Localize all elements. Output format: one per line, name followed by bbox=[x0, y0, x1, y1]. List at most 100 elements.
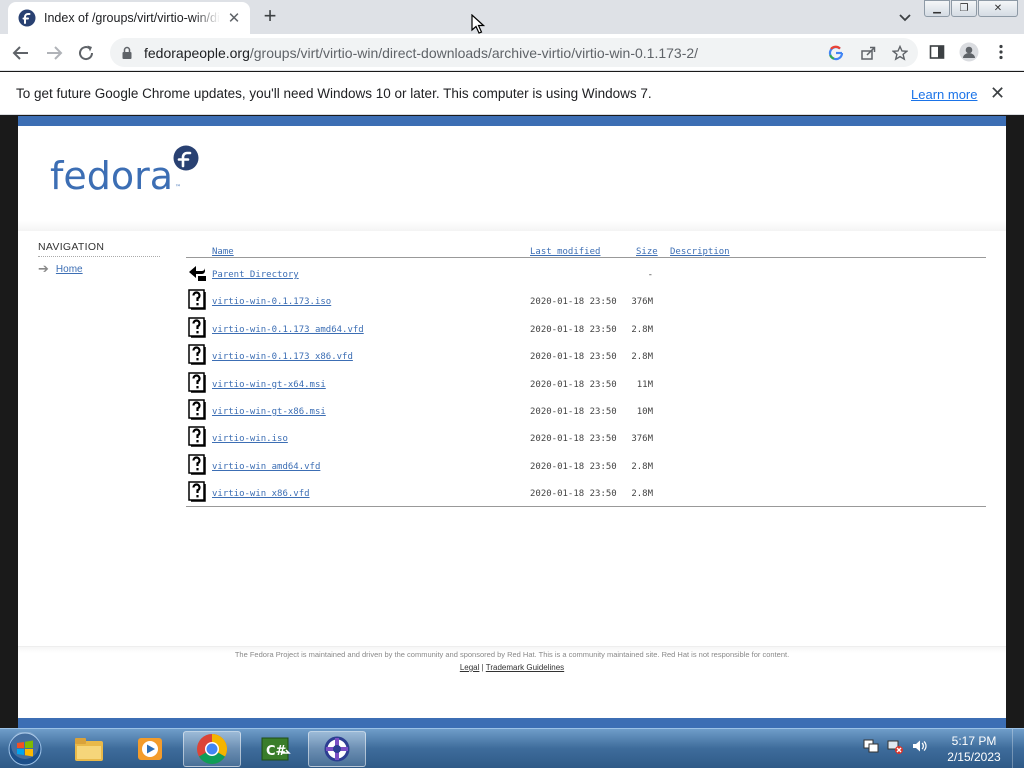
side-panel-icon[interactable] bbox=[926, 41, 948, 63]
footer-separator: | bbox=[481, 663, 484, 672]
taskbar: C# 5:17 PM 2/15/2023 bbox=[0, 728, 1024, 768]
listing-divider bbox=[186, 505, 986, 507]
unknown-file-icon bbox=[188, 399, 206, 420]
file-link[interactable]: Parent Directory bbox=[212, 270, 299, 280]
bookmark-star-icon[interactable] bbox=[890, 43, 910, 63]
file-link[interactable]: virtio-win-0.1.173_amd64.vfd bbox=[212, 325, 364, 335]
trademark-guidelines-link[interactable]: Trademark Guidelines bbox=[486, 663, 564, 672]
taskbar-chrome[interactable] bbox=[183, 731, 241, 767]
fedora-logo[interactable]: fedora ™ bbox=[50, 145, 210, 205]
page-footer: The Fedora Project is maintained and dri… bbox=[18, 646, 1006, 728]
close-window-button[interactable]: ✕ bbox=[978, 0, 1018, 17]
file-size: 2.8M bbox=[631, 489, 653, 500]
unknown-file-icon bbox=[188, 371, 206, 393]
sort-size-link[interactable]: Size bbox=[636, 247, 658, 257]
sort-description-link[interactable]: Description bbox=[670, 247, 730, 257]
listing-header: Name Last modified Size Description bbox=[186, 241, 986, 258]
file-link[interactable]: virtio-win-0.1.173_x86.vfd bbox=[212, 352, 353, 362]
share-icon[interactable] bbox=[858, 43, 878, 63]
reload-button[interactable] bbox=[75, 42, 97, 64]
svg-text:C#: C# bbox=[266, 744, 287, 759]
taskbar-virt-app[interactable] bbox=[308, 731, 366, 767]
back-button[interactable] bbox=[10, 42, 32, 64]
file-size: 2.8M bbox=[631, 352, 653, 363]
home-link[interactable]: Home bbox=[56, 264, 83, 275]
list-item: virtio-win_amd64.vfd 2020-01-18 23:50 2.… bbox=[186, 450, 986, 477]
system-clock[interactable]: 5:17 PM 2/15/2023 bbox=[942, 733, 1006, 765]
list-item: virtio-win-0.1.173.iso 2020-01-18 23:50 … bbox=[186, 285, 986, 312]
taskbar-explorer[interactable] bbox=[60, 731, 118, 767]
address-bar[interactable]: fedorapeople.org/groups/virt/virtio-win/… bbox=[110, 38, 918, 67]
legal-link[interactable]: Legal bbox=[460, 663, 480, 672]
tab-search-chevron-icon[interactable] bbox=[896, 8, 914, 26]
restore-button[interactable]: ❐ bbox=[951, 0, 977, 17]
clock-date: 2/15/2023 bbox=[947, 750, 1001, 764]
taskbar-media-player[interactable] bbox=[121, 731, 179, 767]
browser-tab[interactable]: Index of /groups/virt/virtio-win/direct-… bbox=[8, 2, 250, 34]
fedora-top-bar bbox=[18, 116, 1006, 126]
lock-icon[interactable] bbox=[120, 46, 134, 60]
fedora-favicon-icon bbox=[18, 9, 36, 27]
page-viewport: fedora ™ NAVIGATION ➔ Home Name Last mod… bbox=[18, 116, 1006, 728]
file-size: 376M bbox=[631, 434, 653, 445]
tab-close-icon[interactable]: ✕ bbox=[226, 10, 242, 27]
reload-icon bbox=[79, 45, 94, 61]
file-link[interactable]: virtio-win-0.1.173.iso bbox=[212, 297, 331, 307]
new-tab-button[interactable]: + bbox=[260, 5, 280, 27]
sidebar: NAVIGATION ➔ Home bbox=[38, 241, 160, 275]
infobar-close-icon[interactable]: ✕ bbox=[990, 84, 1005, 102]
tab-strip: Index of /groups/virt/virtio-win/direct-… bbox=[0, 0, 1024, 34]
start-button[interactable] bbox=[6, 731, 44, 767]
minimize-button[interactable]: ▁ bbox=[924, 0, 950, 17]
network-error-icon[interactable] bbox=[886, 737, 904, 755]
fedora-logo-text: fedora bbox=[50, 154, 173, 198]
mouse-cursor-icon bbox=[471, 14, 485, 34]
svg-text:™: ™ bbox=[175, 184, 181, 191]
list-item: virtio-win-0.1.173_amd64.vfd 2020-01-18 … bbox=[186, 313, 986, 340]
sort-name-link[interactable]: Name bbox=[212, 247, 234, 257]
show-desktop-button[interactable] bbox=[1012, 729, 1024, 768]
file-size: 376M bbox=[631, 297, 653, 308]
unknown-file-icon bbox=[188, 344, 206, 365]
file-link[interactable]: virtio-win-gt-x64.msi bbox=[212, 380, 326, 390]
footer-text: The Fedora Project is maintained and dri… bbox=[234, 650, 790, 659]
footer-links: Legal | Trademark Guidelines bbox=[18, 663, 1006, 672]
unknown-file-icon bbox=[188, 481, 206, 502]
file-size: 2.8M bbox=[631, 461, 653, 472]
list-item: virtio-win-gt-x64.msi 2020-01-18 23:50 1… bbox=[186, 368, 986, 395]
windows-start-icon bbox=[8, 732, 42, 766]
file-link[interactable]: virtio-win_x86.vfd bbox=[212, 489, 310, 499]
file-link[interactable]: virtio-win-gt-x86.msi bbox=[212, 407, 326, 417]
infobar-message: To get future Google Chrome updates, you… bbox=[16, 86, 652, 101]
list-item: virtio-win-0.1.173_x86.vfd 2020-01-18 23… bbox=[186, 340, 986, 367]
folder-icon bbox=[75, 738, 103, 761]
back-icon bbox=[189, 266, 206, 281]
window-controls: ▁ ❐ ✕ bbox=[923, 0, 1018, 17]
taskbar-csharp-app[interactable]: C# bbox=[246, 731, 304, 767]
profile-avatar-icon[interactable] bbox=[958, 41, 980, 63]
arrow-right-icon: ➔ bbox=[38, 261, 49, 276]
nav-item-home[interactable]: ➔ Home bbox=[38, 261, 160, 276]
unknown-file-icon bbox=[188, 289, 206, 311]
sort-last-modified-link[interactable]: Last modified bbox=[530, 247, 600, 257]
list-item: virtio-win.iso 2020-01-18 23:50 376M bbox=[186, 422, 986, 449]
action-center-icon[interactable] bbox=[862, 737, 880, 755]
kebab-menu-icon[interactable] bbox=[990, 41, 1012, 63]
file-link[interactable]: virtio-win_amd64.vfd bbox=[212, 462, 320, 472]
page-content: NAVIGATION ➔ Home Name Last modified Siz… bbox=[18, 231, 1006, 646]
url-text: fedorapeople.org/groups/virt/virtio-win/… bbox=[144, 44, 699, 61]
list-item: virtio-win-gt-x86.msi 2020-01-18 23:50 1… bbox=[186, 395, 986, 422]
file-size: - bbox=[647, 270, 653, 280]
list-item: virtio-win_x86.vfd 2020-01-18 23:50 2.8M bbox=[186, 477, 986, 504]
fedora-bottom-bar bbox=[18, 718, 1006, 728]
google-translate-icon[interactable] bbox=[826, 43, 846, 63]
tab-title: Index of /groups/virt/virtio-win/direct-… bbox=[44, 11, 220, 25]
page-header: fedora ™ bbox=[18, 126, 1006, 221]
file-link[interactable]: virtio-win.iso bbox=[212, 434, 288, 444]
forward-button[interactable] bbox=[43, 42, 65, 64]
learn-more-link[interactable]: Learn more bbox=[911, 87, 977, 102]
unknown-file-icon bbox=[188, 453, 206, 475]
unknown-file-icon bbox=[188, 317, 206, 338]
back-arrow-icon bbox=[12, 46, 28, 60]
volume-icon[interactable] bbox=[910, 737, 928, 755]
